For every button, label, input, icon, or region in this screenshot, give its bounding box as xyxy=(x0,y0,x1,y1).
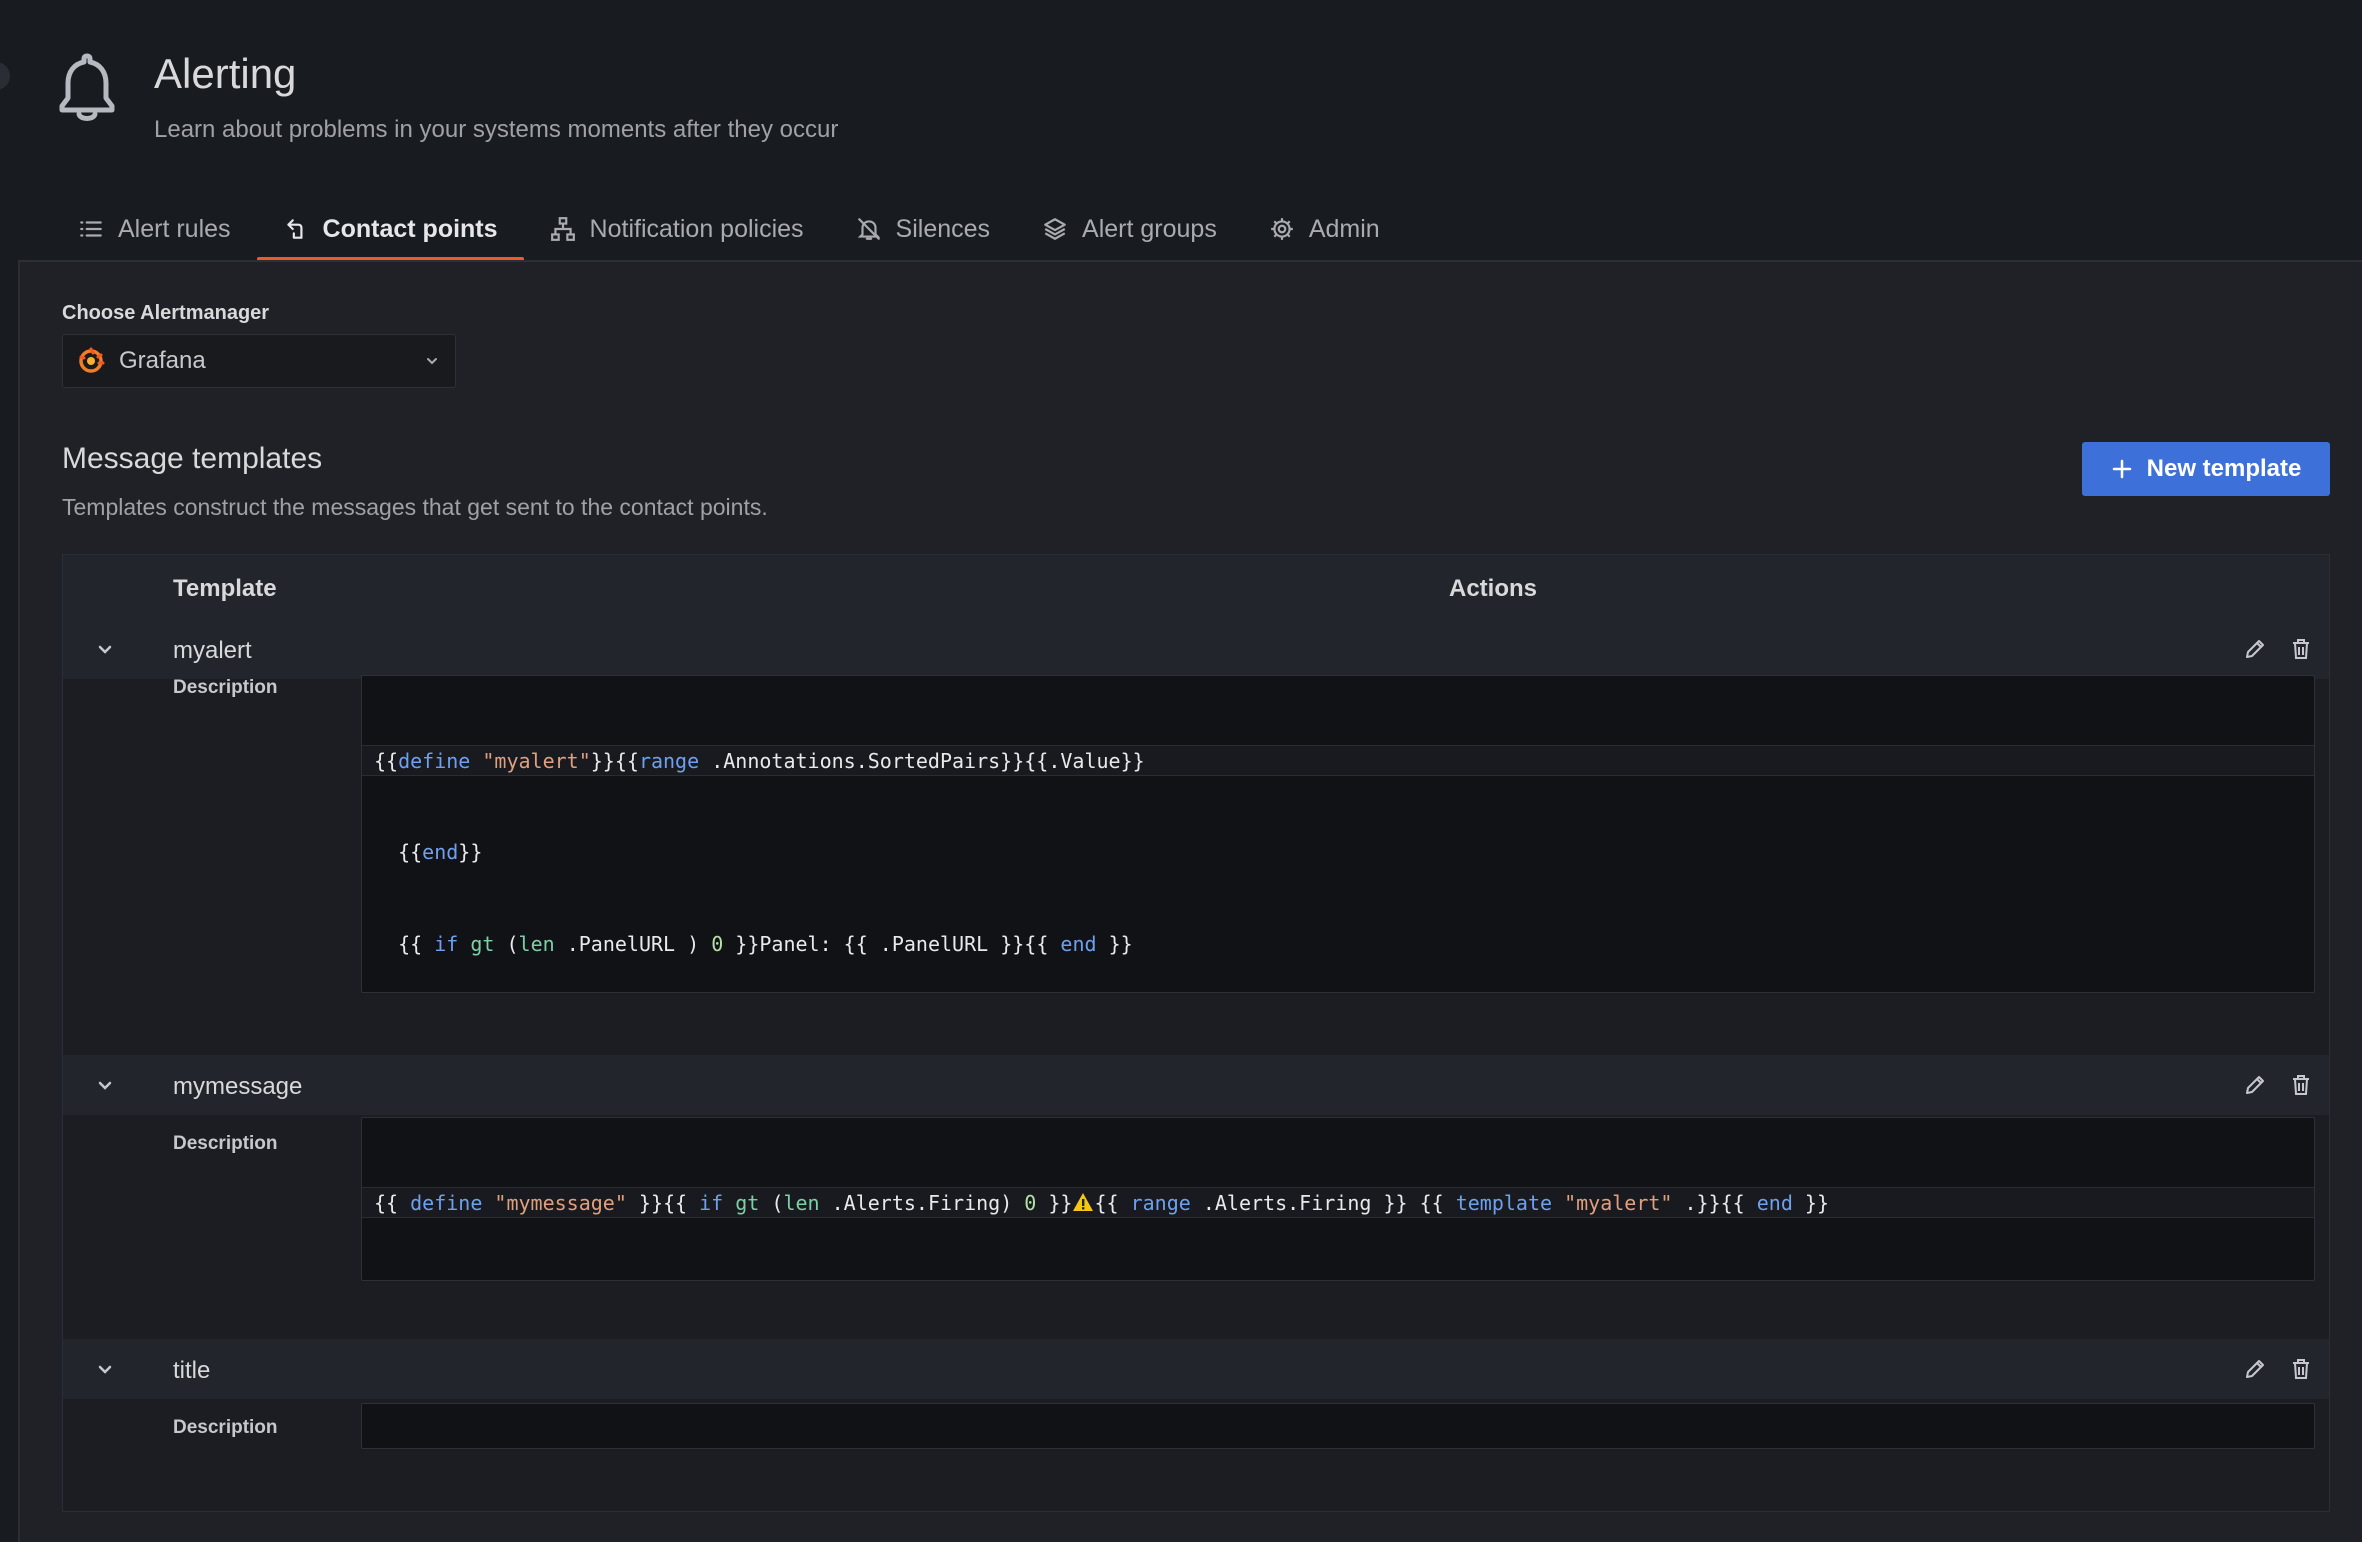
alertmanager-selected-value: Grafana xyxy=(119,347,206,374)
sitemap-icon xyxy=(550,217,575,241)
description-label: Description xyxy=(173,677,278,698)
template-name: myalert xyxy=(173,637,252,664)
bell-slash-icon xyxy=(857,218,880,240)
tab-label: Admin xyxy=(1308,214,1380,243)
sidebar-toggle[interactable] xyxy=(0,62,10,90)
gear-icon xyxy=(1271,218,1293,240)
new-template-label: New template xyxy=(2146,455,2302,482)
pen-icon[interactable] xyxy=(2243,1073,2267,1097)
table-header: Template Actions xyxy=(63,555,2329,619)
tab-alert-groups[interactable]: Alert groups xyxy=(1016,200,1243,258)
tab-contact-points[interactable]: Contact points xyxy=(256,200,524,262)
code-line: {{define "myalert"}}{{range .Annotations… xyxy=(362,745,2314,776)
grafana-logo-icon xyxy=(79,347,105,373)
code-line: {{ define "mymessage" }}{{ if gt (len .A… xyxy=(362,1187,2314,1218)
table-row: title Description {{ define "title" }}[{… xyxy=(63,1339,2329,1511)
row-details: Description {{define "myalert"}}{{range … xyxy=(63,675,2329,1055)
tab-admin[interactable]: Admin xyxy=(1243,200,1406,258)
code-line: {{ if gt (len .PanelURL ) 0 }}Panel: {{ … xyxy=(374,931,1133,956)
trash-icon[interactable] xyxy=(2289,1073,2313,1097)
row-header: mymessage xyxy=(63,1055,2329,1115)
template-code: {{ define "mymessage" }}{{ if gt (len .A… xyxy=(361,1117,2315,1281)
section-description: Templates construct the messages that ge… xyxy=(62,494,768,520)
trash-icon[interactable] xyxy=(2289,637,2313,661)
comment-alt-share-icon xyxy=(286,219,303,239)
tab-notification-policies[interactable]: Notification policies xyxy=(524,200,830,258)
page-title: Alerting xyxy=(154,50,297,97)
chevron-down-icon[interactable] xyxy=(93,637,117,661)
template-name: mymessage xyxy=(173,1073,303,1100)
row-header: title xyxy=(63,1339,2329,1399)
column-header-template: Template xyxy=(173,575,277,602)
tab-label: Alert groups xyxy=(1082,214,1217,243)
list-icon xyxy=(80,221,102,237)
code-line: {{end}} xyxy=(374,839,483,864)
tab-label: Silences xyxy=(895,214,991,243)
alertmanager-select[interactable]: Grafana xyxy=(62,334,456,388)
tab-label: Alert rules xyxy=(118,214,231,243)
tab-alert-rules[interactable]: Alert rules xyxy=(52,200,257,258)
table-row: mymessage Description {{ define "mymessa… xyxy=(63,1055,2329,1339)
chevron-down-icon xyxy=(427,358,437,365)
template-code: {{ define "title" }}[{{ .Status | toUppe… xyxy=(361,1403,2315,1449)
page-subtitle: Learn about problems in your systems mom… xyxy=(154,116,839,143)
column-header-actions: Actions xyxy=(1449,575,1538,602)
chevron-down-icon[interactable] xyxy=(93,1073,117,1097)
row-details: Description {{ define "title" }}[{{ .Sta… xyxy=(63,1399,2329,1511)
description-label: Description xyxy=(173,1133,278,1154)
chevron-down-icon[interactable] xyxy=(93,1357,117,1381)
pen-icon[interactable] xyxy=(2243,637,2267,661)
layer-group-icon xyxy=(1044,218,1066,240)
contact-points-panel: Choose Alertmanager Grafana Message temp… xyxy=(18,262,2362,1542)
alertmanager-label: Choose Alertmanager xyxy=(62,302,270,324)
table-row: myalert Description {{define "myalert"}}… xyxy=(63,619,2329,1055)
row-header: myalert xyxy=(63,619,2329,679)
tab-label: Notification policies xyxy=(589,214,804,243)
alerting-page: Alerting Learn about problems in your sy… xyxy=(0,0,2362,1542)
tab-bar: Alert rules Contact points Notification … xyxy=(52,200,1406,262)
template-name: title xyxy=(173,1357,211,1384)
warning-icon xyxy=(1073,1193,1094,1212)
row-details: Description {{ define "mymessage" }}{{ i… xyxy=(63,1115,2329,1339)
bell-icon xyxy=(59,53,115,121)
pen-icon[interactable] xyxy=(2243,1357,2267,1381)
section-title: Message templates xyxy=(62,442,323,475)
code-line: {{ end }}{{ if gt (len .Alerts.Resolved)… xyxy=(374,1279,2314,1280)
tab-silences[interactable]: Silences xyxy=(830,200,1017,258)
tab-label: Contact points xyxy=(322,214,498,243)
template-code: {{define "myalert"}}{{range .Annotations… xyxy=(361,675,2315,993)
trash-icon[interactable] xyxy=(2289,1357,2313,1381)
page-header: Alerting Learn about problems in your sy… xyxy=(0,0,2362,262)
templates-table: Template Actions myalert Description {{d… xyxy=(62,554,2330,1512)
plus-icon xyxy=(2112,459,2131,479)
description-label: Description xyxy=(173,1417,278,1438)
new-template-button[interactable]: New template xyxy=(2082,442,2330,496)
